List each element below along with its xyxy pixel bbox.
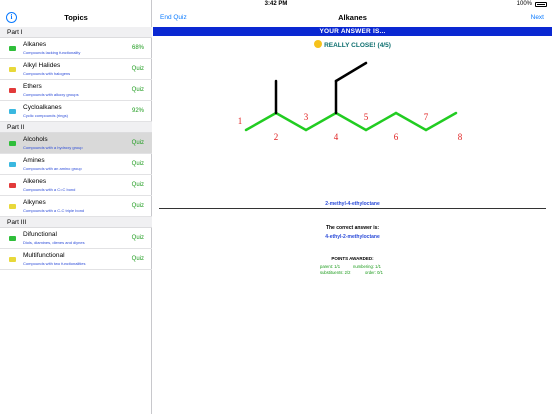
- topic-name: Amines: [23, 157, 45, 164]
- answer-banner: YOUR ANSWER IS...: [153, 27, 552, 36]
- folder-icon: [9, 141, 16, 146]
- carbon-number: 6: [394, 132, 399, 142]
- molecule-structure: 1 2 3 4 5 6 7 8: [238, 61, 463, 142]
- topic-description: Compounds with a C-C triple bond: [23, 208, 85, 213]
- points-order: order: 0/1: [365, 270, 383, 275]
- folder-icon: [9, 257, 16, 262]
- points-numbering: numbering: 1/1: [353, 264, 381, 269]
- carbon-number: 7: [424, 112, 429, 122]
- topic-row[interactable]: Alkyl Halides Compounds with halogens Quiz: [0, 59, 152, 80]
- result-message: REALLY CLOSE! (4/5): [153, 40, 552, 49]
- topic-row[interactable]: Alkynes Compounds with a C-C triple bond Q…: [0, 196, 152, 217]
- topic-description: Cyclic compounds (rings): [23, 113, 68, 118]
- topic-status: Quiz: [131, 203, 144, 209]
- main-panel: End Quiz Alkanes Next YOUR ANSWER IS... …: [153, 0, 552, 414]
- topic-name: Cycloalkanes: [23, 104, 62, 111]
- points-parent: parent: 1/1: [320, 264, 341, 269]
- topic-status: 92%: [131, 108, 144, 114]
- points-label: POINTS AWARDED:: [331, 256, 374, 261]
- substituent-bond: [334, 61, 368, 83]
- navbar: End Quiz Alkanes Next: [153, 10, 552, 26]
- user-answer: 2-methyl-4-ethyloctane: [325, 201, 380, 207]
- topic-description: Compounds with alkoxy groups: [23, 92, 79, 97]
- topic-status: Quiz: [131, 256, 144, 262]
- carbon-number: 2: [274, 132, 279, 142]
- topic-name: Difunctional: [23, 231, 57, 238]
- topic-row[interactable]: Alkenes Compounds with a C=C bond Quiz: [0, 175, 152, 196]
- chain-bond: [334, 111, 368, 132]
- sidebar-header: i Topics: [0, 10, 152, 26]
- topic-row[interactable]: Difunctional Diols, diamines, dienes and …: [0, 228, 152, 249]
- divider: [159, 208, 546, 209]
- section-header: Part III: [0, 217, 152, 228]
- chain-bond: [274, 111, 308, 132]
- sidebar-title: Topics: [64, 13, 88, 22]
- topic-name: Multifunctional: [23, 252, 65, 259]
- carbon-number: 4: [334, 132, 339, 142]
- folder-icon: [9, 183, 16, 188]
- carbon-number: 1: [238, 116, 243, 126]
- topic-status: Quiz: [131, 66, 144, 72]
- carbon-number: 3: [304, 112, 309, 122]
- topic-name: Alkenes: [23, 178, 47, 185]
- next-button[interactable]: Next: [531, 14, 544, 21]
- app-root: iPad 3:42 PM 100% i Topics Part IAlkanes…: [0, 0, 552, 414]
- topic-description: Compounds lacking functionality: [23, 50, 81, 55]
- carbon-number: 5: [364, 112, 369, 122]
- topic-description: Compounds with a C=C bond: [23, 187, 76, 192]
- folder-icon: [9, 46, 16, 51]
- folder-icon: [9, 236, 16, 241]
- topic-status: Quiz: [131, 87, 144, 93]
- chain-bond: [364, 111, 398, 132]
- page-title: Alkanes: [338, 13, 367, 22]
- points-substituents: substituents: 2/2: [320, 270, 351, 275]
- topic-description: Diols, diamines, dienes and diynes: [23, 240, 85, 245]
- folder-icon: [9, 67, 16, 72]
- topic-status: Quiz: [131, 140, 144, 146]
- topic-row[interactable]: Alkanes Compounds lacking functionality 68…: [0, 38, 152, 59]
- topic-status: Quiz: [131, 235, 144, 241]
- chain-bond: [394, 111, 428, 132]
- topic-description: Compounds with an amino group: [23, 166, 82, 171]
- topic-name: Ethers: [23, 83, 42, 90]
- topic-description: Compounds with two functionalities: [23, 261, 86, 266]
- smiley-icon: [314, 40, 323, 48]
- correct-answer: 4-ethyl-2-methyloctane: [325, 234, 380, 240]
- topic-row[interactable]: Multifunctional Compounds with two functi…: [0, 249, 152, 270]
- topic-status: 68%: [131, 45, 144, 51]
- topic-description: Compounds with halogens: [23, 71, 71, 76]
- folder-icon: [9, 162, 16, 167]
- section-header: Part II: [0, 122, 152, 133]
- topic-status: Quiz: [131, 161, 144, 167]
- sidebar: i Topics Part I Alkanes Compounds lacking …: [0, 0, 152, 414]
- topic-row[interactable]: Alcohols Compounds with a hydroxy group Qu…: [0, 133, 152, 154]
- topic-row[interactable]: Amines Compounds with an amino group Quiz: [0, 154, 152, 175]
- folder-icon: [9, 204, 16, 209]
- chain-bond: [304, 111, 338, 132]
- section-header: Part I: [0, 27, 152, 38]
- topic-name: Alkynes: [23, 199, 46, 206]
- topic-name: Alcohols: [23, 136, 48, 143]
- correct-answer-label: The correct answer is:: [325, 225, 380, 231]
- chain-bond: [244, 111, 278, 132]
- folder-icon: [9, 109, 16, 114]
- topic-row[interactable]: Ethers Compounds with alkoxy groups Quiz: [0, 80, 152, 101]
- chain-bond: [424, 111, 458, 132]
- carbon-number: 8: [458, 132, 463, 142]
- result-text: REALLY CLOSE! (4/5): [324, 42, 391, 49]
- topic-status: Quiz: [131, 182, 144, 188]
- topic-name: Alkanes: [23, 41, 47, 48]
- topic-description: Compounds with a hydroxy group: [23, 145, 83, 150]
- folder-icon: [9, 88, 16, 93]
- topic-row[interactable]: Cycloalkanes Cyclic compounds (rings) 92%: [0, 101, 152, 122]
- topic-name: Alkyl Halides: [23, 62, 61, 69]
